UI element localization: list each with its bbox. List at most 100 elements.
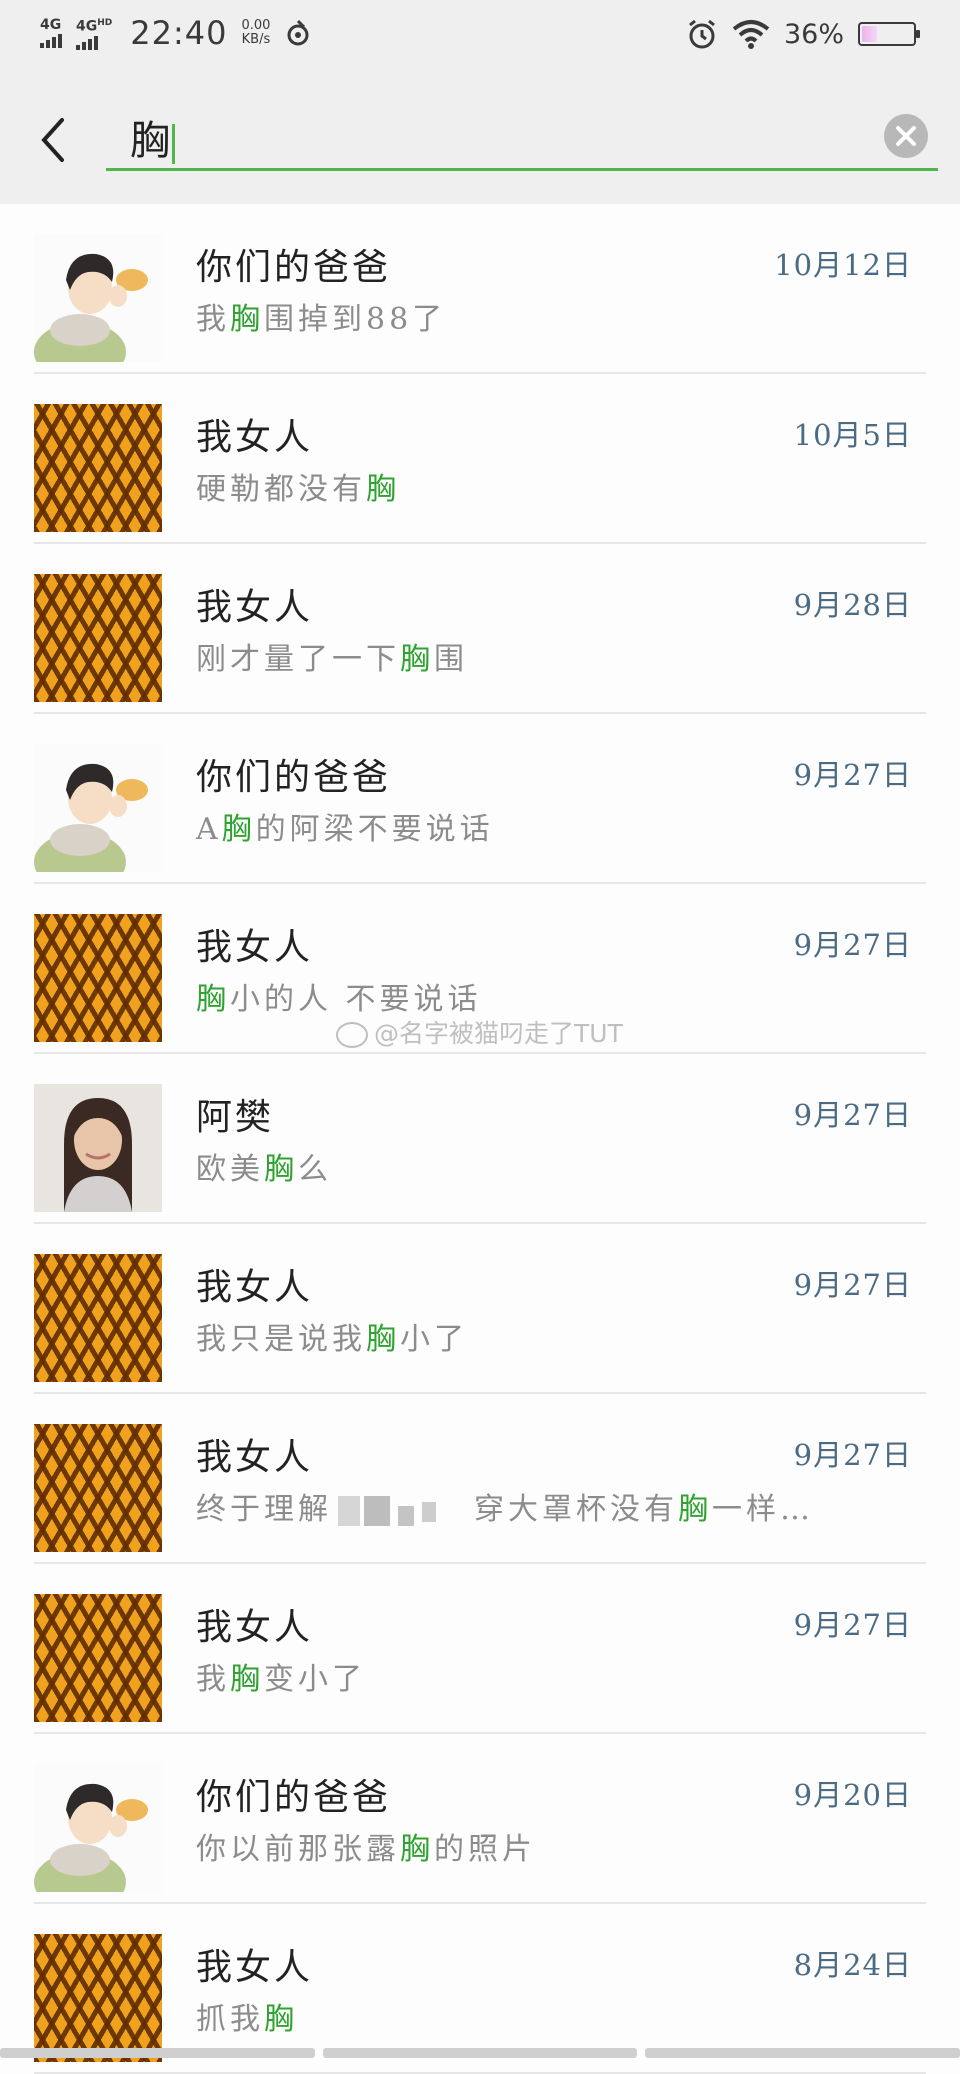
message-date: 10月12日 bbox=[774, 248, 912, 282]
snippet-highlight: 胸 bbox=[221, 812, 256, 847]
signal-1-bars-icon bbox=[40, 34, 62, 48]
message-date: 9月27日 bbox=[793, 928, 912, 962]
snippet-highlight: 胸 bbox=[400, 1832, 434, 1867]
network-speed-value: 0.00 bbox=[241, 18, 271, 33]
result-item[interactable]: 我女人 9月28日 刚才量了一下胸围 bbox=[0, 544, 960, 714]
snippet-pre: 欧美 bbox=[196, 1152, 264, 1187]
result-item[interactable]: 你们的爸爸 10月12日 我胸围掉到88了 bbox=[0, 204, 960, 374]
avatar-girl-photo bbox=[34, 1084, 162, 1212]
contact-name: 你们的爸爸 bbox=[196, 757, 392, 798]
network-speed: 0.00 KB/s bbox=[241, 19, 270, 47]
hotspot-icon bbox=[287, 19, 309, 46]
watermark: @名字被猫叼走了TUT bbox=[336, 1014, 623, 1050]
message-date: 9月27日 bbox=[793, 1608, 912, 1642]
snippet-pre: 我 bbox=[196, 302, 230, 337]
snippet-highlight: 胸 bbox=[230, 302, 264, 337]
avatar-boy-illustration bbox=[34, 744, 162, 872]
snippet-pre: 我只是说我 bbox=[196, 1322, 366, 1357]
result-item[interactable]: 我女人 9月27日终于理解 穿大罩杯没有胸一样… bbox=[0, 1394, 960, 1564]
snippet-pre: 硬勒都没有 bbox=[196, 472, 366, 507]
message-snippet: 你以前那张露胸的照片 bbox=[196, 1824, 536, 1868]
message-date: 8月24日 bbox=[793, 1948, 912, 1982]
contact-name: 阿樊 bbox=[196, 1097, 275, 1138]
contact-name: 我女人 bbox=[196, 1607, 314, 1648]
redacted-mosaic bbox=[338, 1496, 468, 1526]
snippet-highlight: 胸 bbox=[366, 472, 400, 507]
status-right: 36% bbox=[686, 18, 920, 50]
bottom-scroll-indicator bbox=[0, 2048, 960, 2058]
battery-percent: 36% bbox=[783, 18, 844, 50]
result-item[interactable]: 你们的爸爸 9月20日你以前那张露胸的照片 bbox=[0, 1734, 960, 1904]
battery-icon bbox=[858, 22, 920, 46]
snippet-highlight: 胸 bbox=[230, 1662, 264, 1697]
wifi-icon bbox=[732, 20, 770, 49]
result-item[interactable]: 阿樊 9月27日欧美胸么 bbox=[0, 1054, 960, 1224]
signal-1-label: 4G bbox=[40, 17, 62, 33]
clear-search-button[interactable] bbox=[884, 114, 928, 158]
message-date: 9月27日 bbox=[793, 1268, 912, 1302]
message-snippet: 胸小的人 不要说话 bbox=[196, 974, 482, 1018]
snippet-post: 么 bbox=[298, 1152, 332, 1187]
message-date: 9月27日 bbox=[793, 1098, 912, 1132]
clock: 22:40 bbox=[130, 14, 228, 52]
avatar bbox=[34, 744, 162, 872]
result-item[interactable]: 我女人 10月5日 硬勒都没有胸 bbox=[0, 374, 960, 544]
battery-fill bbox=[862, 26, 878, 42]
avatar bbox=[34, 1764, 162, 1892]
avatar bbox=[34, 914, 162, 1042]
snippet-post: 围掉到88了 bbox=[264, 302, 447, 337]
back-button[interactable] bbox=[30, 104, 90, 176]
avatar bbox=[34, 1594, 162, 1722]
result-item[interactable]: 我女人 9月27日我胸变小了 bbox=[0, 1564, 960, 1734]
contact-name: 我女人 bbox=[196, 927, 314, 968]
message-snippet: A胸的阿梁不要说话 bbox=[196, 804, 494, 848]
search-header: 胸 bbox=[0, 72, 960, 204]
network-speed-unit: KB/s bbox=[241, 32, 271, 47]
snippet-highlight: 胸 bbox=[678, 1492, 712, 1527]
message-date: 9月20日 bbox=[793, 1778, 912, 1812]
result-item[interactable]: 你们的爸爸 9月27日 A胸的阿梁不要说话 bbox=[0, 714, 960, 884]
snippet-post: 小的人 不要说话 bbox=[230, 982, 482, 1017]
message-snippet: 终于理解 穿大罩杯没有胸一样… bbox=[196, 1484, 814, 1528]
search-results-list: 你们的爸爸 10月12日 我胸围掉到88了 我女人 10月5日 硬勒都没有胸 我女人 9月28… bbox=[0, 204, 960, 2074]
snippet-post: 围 bbox=[434, 642, 468, 677]
weibo-icon bbox=[336, 1022, 368, 1048]
snippet-pre: 我 bbox=[196, 1662, 230, 1697]
text-cursor bbox=[172, 124, 175, 164]
chevron-left-icon bbox=[41, 118, 64, 162]
message-snippet: 硬勒都没有胸 bbox=[196, 464, 400, 508]
result-item[interactable]: 我女人 9月27日 我只是说我胸小了 bbox=[0, 1224, 960, 1394]
watermark-text: @名字被猫叼走了TUT bbox=[374, 1019, 623, 1048]
message-date: 9月27日 bbox=[793, 1438, 912, 1472]
snippet-post: 的照片 bbox=[434, 1832, 536, 1867]
message-date: 9月27日 bbox=[793, 758, 912, 792]
signal-2-hd: HD bbox=[97, 18, 113, 29]
message-snippet: 欧美胸么 bbox=[196, 1144, 332, 1188]
snippet-highlight: 胸 bbox=[400, 642, 434, 677]
snippet-post: 一样… bbox=[712, 1492, 814, 1527]
message-snippet: 抓我胸 bbox=[196, 1994, 298, 2038]
avatar bbox=[34, 234, 162, 362]
message-snippet: 我胸变小了 bbox=[196, 1654, 366, 1698]
alarm-icon bbox=[689, 19, 715, 49]
contact-name: 你们的爸爸 bbox=[196, 1777, 392, 1818]
message-snippet: 刚才量了一下胸围 bbox=[196, 634, 468, 678]
snippet-highlight: 胸 bbox=[264, 2002, 298, 2037]
snippet-post: 变小了 bbox=[264, 1662, 366, 1697]
avatar-boy-illustration bbox=[34, 1764, 162, 1892]
snippet-highlight: 胸 bbox=[196, 982, 230, 1017]
search-input[interactable]: 胸 bbox=[106, 102, 938, 171]
avatar bbox=[34, 1934, 162, 2062]
avatar bbox=[34, 404, 162, 532]
signal-2-bars-icon bbox=[76, 35, 98, 50]
contact-name: 我女人 bbox=[196, 417, 314, 458]
snippet-pre: 你以前那张露 bbox=[196, 1832, 400, 1867]
avatar-boy-illustration bbox=[34, 234, 162, 362]
snippet-post: 的阿梁不要说话 bbox=[255, 812, 494, 847]
avatar bbox=[34, 1254, 162, 1382]
message-date: 9月28日 bbox=[793, 588, 912, 622]
snippet-pre: 抓我 bbox=[196, 2002, 264, 2037]
contact-name: 我女人 bbox=[196, 1267, 314, 1308]
contact-name: 我女人 bbox=[196, 1437, 314, 1478]
avatar bbox=[34, 1424, 162, 1552]
